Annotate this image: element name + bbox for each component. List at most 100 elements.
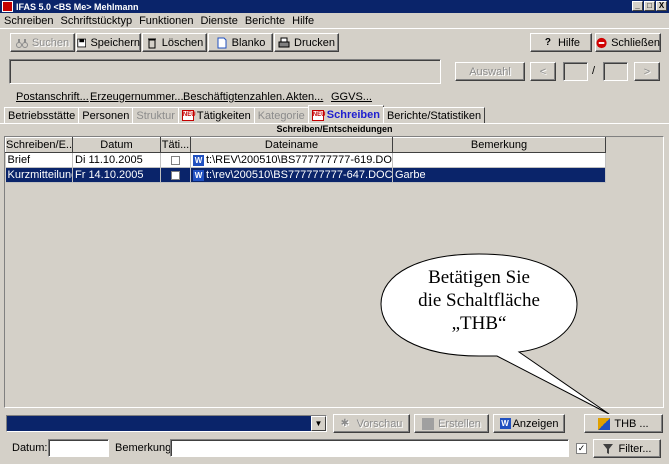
cell-bemerkung: Garbe: [392, 167, 606, 183]
record-current-field[interactable]: [563, 62, 588, 81]
tab-bar: Betriebsstätte Personen Struktur NEU Täti…: [4, 105, 486, 124]
link-ggvs[interactable]: GGVS...: [331, 91, 372, 103]
loeschen-button[interactable]: Löschen: [142, 33, 207, 52]
schliessen-button[interactable]: Schließen: [595, 33, 661, 52]
link-postanschrift[interactable]: Postanschrift...: [16, 91, 89, 103]
link-akten[interactable]: Akten...: [286, 91, 323, 103]
speichern-label: Speichern: [90, 36, 140, 49]
new-badge-icon: NEU: [181, 110, 196, 121]
link-beschaeftigtenzahlen[interactable]: Beschäftigtenzahlen...: [183, 91, 291, 103]
next-record-button[interactable]: >: [634, 62, 660, 81]
tab-label: Tätigkeiten: [196, 109, 251, 122]
menu-hilfe[interactable]: Hilfe: [292, 15, 314, 27]
filter-button[interactable]: Filter...: [593, 439, 661, 458]
title-bar: IFAS 5.0 <BS Me> Mehlmann _ □ X: [0, 0, 669, 13]
create-icon: [422, 417, 435, 430]
prev-label: <: [539, 65, 547, 78]
filename-text: t:\rev\200510\BS777777777-647.DOC: [206, 169, 393, 181]
preview-icon: ✱: [340, 417, 349, 429]
table-row[interactable]: Kurzmitteilung Fr 14.10.2005 Wt:\rev\200…: [5, 167, 606, 183]
close-button[interactable]: X: [656, 1, 667, 11]
erstellen-button[interactable]: Erstellen: [414, 414, 489, 433]
bemerkung-input[interactable]: [170, 439, 569, 457]
loeschen-label: Löschen: [161, 36, 204, 49]
column-header-dateiname[interactable]: Dateiname: [190, 137, 393, 153]
datum-input[interactable]: [48, 439, 109, 457]
cell-dateiname: Wt:\REV\200510\BS777777777-619.DOC: [190, 152, 393, 168]
drucken-label: Drucken: [294, 36, 335, 49]
window-controls: _ □ X: [632, 1, 667, 11]
blank-document-icon: [217, 37, 227, 48]
trash-icon: [147, 38, 156, 48]
tab-betriebsstaette[interactable]: Betriebsstätte: [4, 107, 80, 124]
cell-type: Brief: [5, 152, 73, 168]
callout-line: die Schaltfläche: [418, 290, 540, 311]
thb-button[interactable]: THB ...: [584, 414, 663, 433]
filter-icon: [603, 443, 614, 454]
callout-text: Betätigen Sie die Schaltfläche „THB“: [379, 266, 579, 335]
suchen-button[interactable]: Suchen: [10, 33, 75, 52]
menu-dienste[interactable]: Dienste: [201, 15, 238, 27]
vorschau-label: Vorschau: [356, 417, 403, 430]
anzeigen-button[interactable]: W Anzeigen: [493, 414, 565, 433]
datum-label: Datum:: [12, 442, 48, 454]
link-erzeugernummer[interactable]: Erzeugernummer...: [90, 91, 184, 103]
auswahl-button[interactable]: Auswahl: [455, 62, 525, 81]
section-title: Schreiben/Entscheidungen: [276, 124, 393, 134]
cell-datum: Di 11.10.2005: [72, 152, 161, 168]
filename-text: t:\REV\200510\BS777777777-619.DOC: [206, 154, 393, 166]
cell-bemerkung: [392, 152, 606, 168]
cell-taetigkeit: [160, 152, 191, 168]
chevron-down-icon[interactable]: ▼: [311, 416, 326, 431]
word-document-icon: W: [193, 169, 204, 181]
menu-schriftstuecktyp[interactable]: Schriftstücktyp: [61, 15, 133, 27]
hilfe-button[interactable]: ? Hilfe: [530, 33, 592, 52]
record-separator: /: [592, 65, 596, 77]
menu-bar: Schreiben Schriftstücktyp Funktionen Die…: [0, 13, 669, 29]
suchen-label: Suchen: [31, 36, 70, 49]
column-header-datum[interactable]: Datum: [72, 137, 161, 153]
minimize-button[interactable]: _: [632, 1, 643, 11]
blanko-label: Blanko: [231, 36, 266, 49]
column-header-taetigkeit[interactable]: Täti...: [160, 137, 191, 153]
tab-label: Schreiben: [326, 109, 380, 121]
cell-type: Kurzmitteilung: [5, 167, 73, 183]
anzeigen-label: Anzeigen: [512, 417, 559, 430]
hilfe-label: Hilfe: [557, 36, 580, 49]
maximize-button[interactable]: □: [644, 1, 655, 11]
template-select[interactable]: ▼: [6, 415, 327, 432]
cell-datum: Fr 14.10.2005: [72, 167, 161, 183]
tab-personen[interactable]: Personen: [78, 107, 134, 124]
filter-label: Filter...: [618, 442, 652, 455]
table-row[interactable]: Brief Di 11.10.2005 Wt:\REV\200510\BS777…: [5, 152, 606, 168]
tab-label: Kategorie: [257, 109, 305, 122]
tab-label: Personen: [82, 109, 130, 122]
help-icon: ?: [544, 36, 552, 48]
prev-record-button[interactable]: <: [530, 62, 556, 81]
filter-checkbox[interactable]: ✓: [576, 443, 587, 454]
binoculars-icon: [15, 38, 28, 48]
speichern-button[interactable]: Speichern: [76, 33, 141, 52]
tab-kategorie[interactable]: Kategorie: [253, 107, 309, 124]
callout-line: Betätigen Sie: [428, 267, 530, 288]
word-document-icon: W: [499, 418, 511, 429]
taetigkeit-checkbox[interactable]: [171, 155, 180, 165]
cell-taetigkeit: [160, 167, 191, 183]
column-header-schreiben[interactable]: Schreiben/E...: [5, 137, 73, 153]
tab-berichte-statistiken[interactable]: Berichte/Statistiken: [382, 107, 486, 124]
thb-label: THB ...: [614, 417, 649, 430]
tab-struktur[interactable]: Struktur: [132, 107, 179, 124]
tab-schreiben[interactable]: NEU Schreiben: [307, 105, 384, 124]
column-header-bemerkung[interactable]: Bemerkung: [392, 137, 606, 153]
erstellen-label: Erstellen: [438, 417, 481, 430]
taetigkeit-checkbox[interactable]: [171, 170, 180, 180]
vorschau-button[interactable]: ✱ Vorschau: [333, 414, 410, 433]
record-total-field[interactable]: [603, 62, 628, 81]
blanko-button[interactable]: Blanko: [208, 33, 273, 52]
menu-funktionen[interactable]: Funktionen: [139, 15, 193, 27]
drucken-button[interactable]: Drucken: [274, 33, 339, 52]
menu-schreiben[interactable]: Schreiben: [4, 15, 54, 27]
tab-taetigkeiten[interactable]: NEU Tätigkeiten: [177, 107, 255, 124]
stop-icon: [596, 37, 607, 48]
menu-berichte[interactable]: Berichte: [245, 15, 285, 27]
